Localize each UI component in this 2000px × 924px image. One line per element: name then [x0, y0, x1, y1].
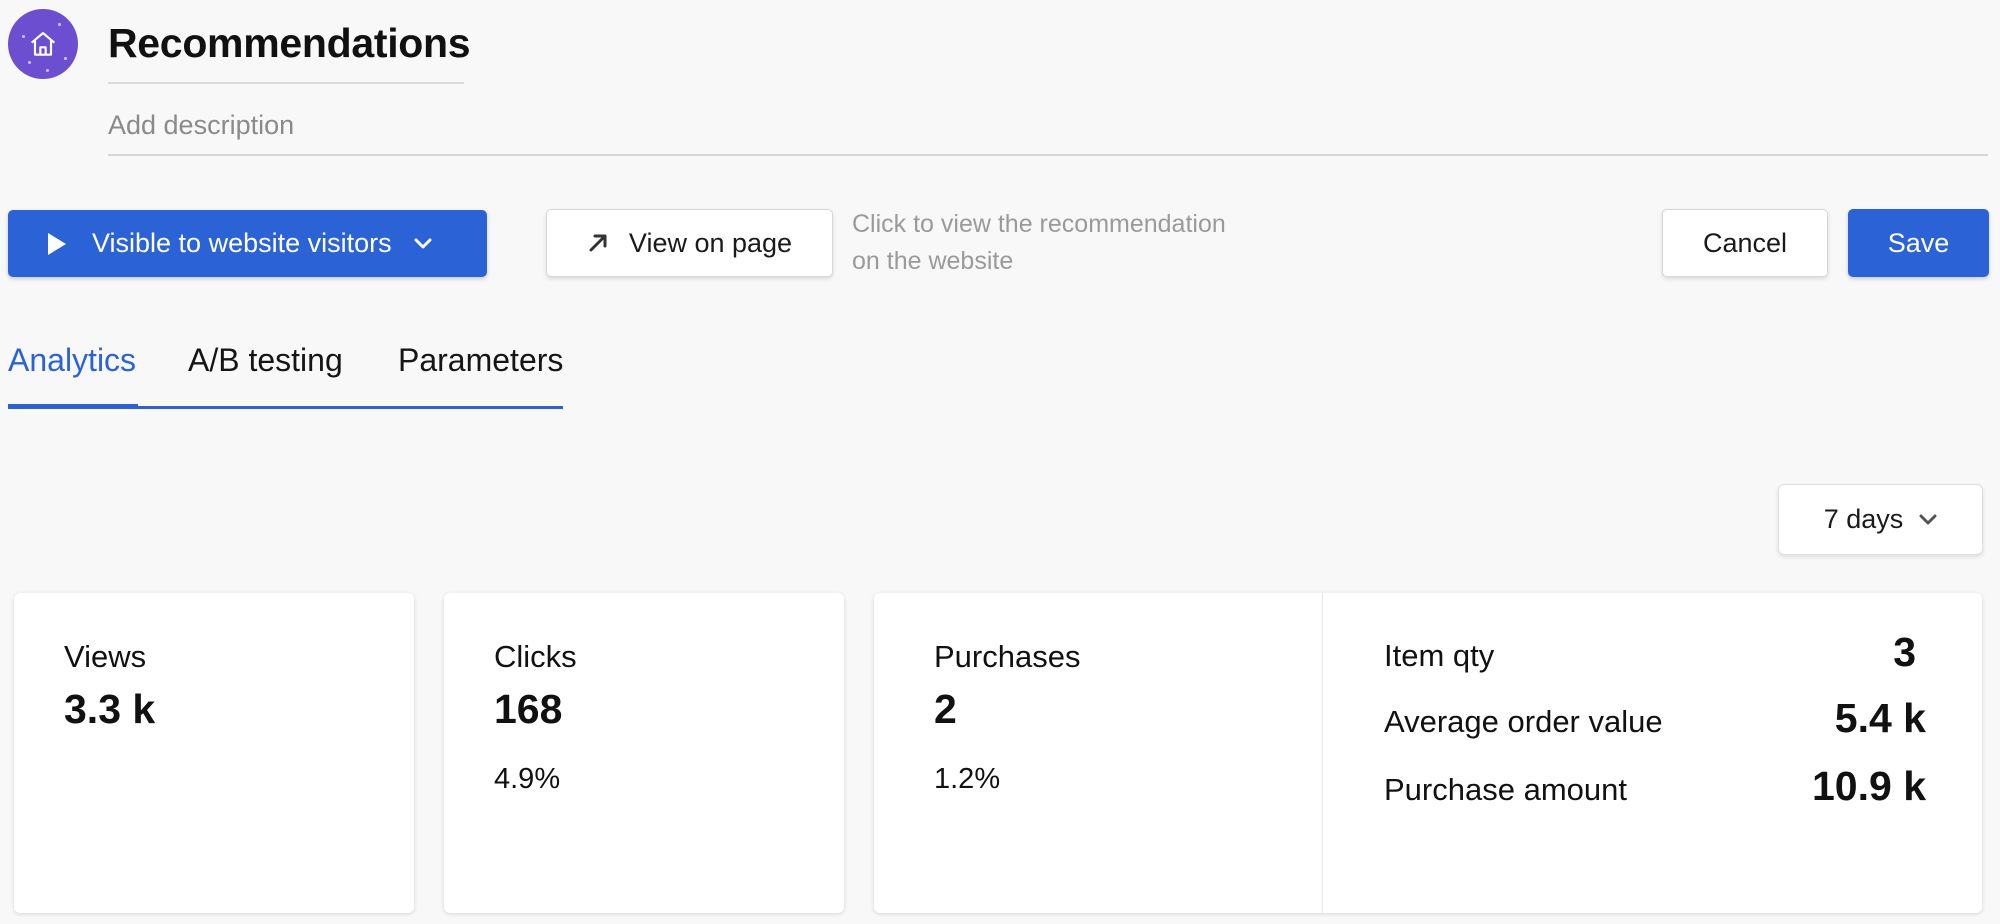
purchases-card: Purchases 2 1.2% Item qty 3 Average orde…: [874, 593, 1982, 913]
average-order-value-row: Average order value 5.4 k: [1384, 695, 1926, 742]
tab-bar: Analytics A/B testing Parameters: [8, 336, 563, 410]
save-button[interactable]: Save: [1848, 209, 1989, 277]
clicks-label: Clicks: [494, 639, 577, 674]
cancel-button[interactable]: Cancel: [1662, 209, 1828, 277]
hint-line-1: Click to view the recommendation: [852, 210, 1226, 238]
average-order-value-value: 5.4 k: [1834, 695, 1926, 741]
tab-ab-testing[interactable]: A/B testing: [188, 342, 343, 379]
views-label: Views: [64, 639, 147, 674]
view-on-page-button[interactable]: View on page: [546, 209, 833, 277]
hint-line-2: on the website: [852, 247, 1014, 275]
clicks-value: 168: [494, 686, 563, 732]
active-tab-indicator: [8, 404, 138, 409]
item-qty-row: Item qty 3: [1384, 629, 1926, 676]
description-field[interactable]: Add description: [108, 110, 294, 141]
description-underline: [108, 154, 1988, 156]
title-underline: [108, 82, 464, 84]
tab-parameters[interactable]: Parameters: [398, 342, 563, 379]
play-icon: [48, 232, 66, 255]
purchase-amount-row: Purchase amount 10.9 k: [1384, 763, 1926, 810]
period-select[interactable]: 7 days: [1778, 484, 1983, 555]
purchase-rate: 1.2%: [934, 763, 1001, 795]
card-divider: [1322, 593, 1323, 913]
chevron-down-icon: [414, 238, 432, 248]
click-rate: 4.9%: [494, 763, 561, 795]
purchases-value: 2: [934, 686, 957, 732]
views-value: 3.3 k: [64, 686, 156, 732]
item-qty-value: 3: [1893, 629, 1916, 675]
views-card: Views 3.3 k: [14, 593, 414, 913]
purchase-amount-label: Purchase amount: [1384, 772, 1627, 807]
page-title: Recommendations: [108, 20, 471, 66]
chevron-down-icon: [1919, 514, 1937, 524]
period-value: 7 days: [1823, 504, 1904, 534]
tab-analytics[interactable]: Analytics: [8, 342, 136, 379]
average-order-value-label: Average order value: [1384, 704, 1663, 739]
home-icon: [30, 31, 56, 56]
view-on-page-hint: Click to view the recommendation on the …: [852, 206, 1272, 280]
purchases-label: Purchases: [934, 639, 1081, 674]
arrow-up-right-icon: [589, 234, 607, 252]
recommendation-editor: Recommendations Add description Visible …: [0, 0, 2000, 924]
visibility-button[interactable]: Visible to website visitors: [8, 210, 487, 277]
item-qty-label: Item qty: [1384, 638, 1495, 673]
visibility-label: Visible to website visitors: [92, 228, 392, 258]
view-on-page-label: View on page: [628, 227, 793, 258]
avatar: [8, 9, 78, 79]
clicks-card: Clicks 168 4.9%: [444, 593, 844, 913]
purchase-amount-value: 10.9 k: [1812, 763, 1926, 809]
